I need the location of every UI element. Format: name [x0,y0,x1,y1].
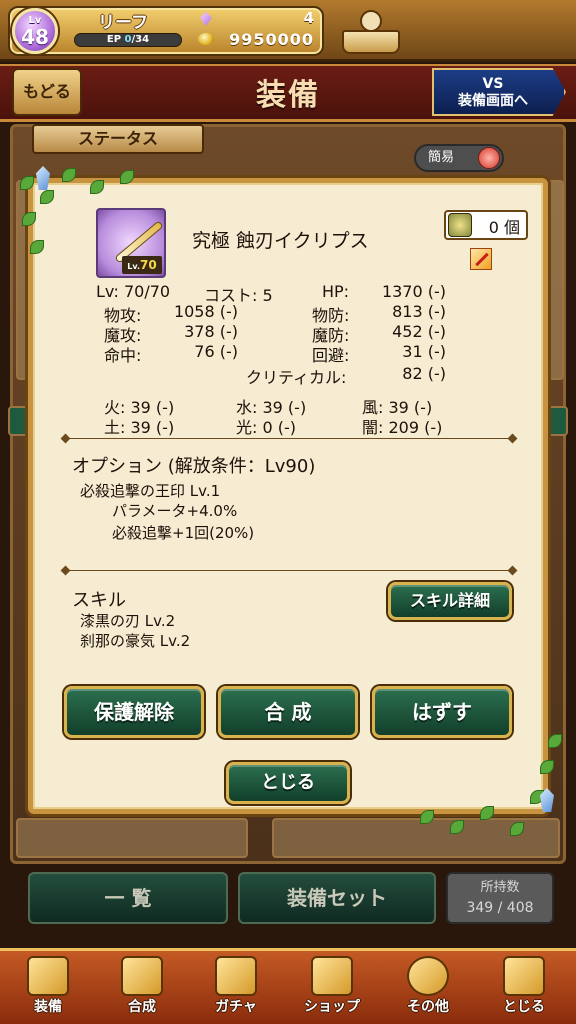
stat-eva-value: 31 (-) [402,342,446,361]
nav-close[interactable]: とじる [480,954,568,1020]
stat-matk-value: 378 (-) [184,322,238,341]
nav-equipment[interactable]: 装備 [4,954,92,1020]
hammer-icon [121,956,163,996]
shop-icon [311,956,353,996]
close-icon [503,956,545,996]
page-title: 装備 [256,78,320,113]
background-slot [548,180,564,380]
nav-synthesize[interactable]: 合成 [98,954,186,1020]
element-dark: 闇: 209 (-) [362,418,443,437]
stat-atk-value: 1058 (-) [173,302,238,321]
ep-current: 0 [124,34,132,45]
item-level-value: 70 [140,258,157,272]
equipment-set-button[interactable]: 装備セット [238,872,436,924]
unequip-button[interactable]: はずす [372,686,512,738]
status-tab[interactable]: ステータス [32,124,204,154]
gold-coin-icon [198,33,214,45]
nav-other[interactable]: その他 [384,954,472,1020]
skill-title: スキル [72,590,126,611]
vs-label: VS [482,76,504,92]
weapon-type-icon [470,248,492,270]
option-name: 必殺追撃の王印 Lv.1 [80,482,221,500]
level-value: 48 [21,25,49,49]
gacha-icon [215,956,257,996]
option-effect-2: 必殺追撃+1回(20%) [112,524,255,542]
vs-sublabel: 装備画面へ [458,93,528,109]
player-name: リーフ [98,13,148,33]
nav-label: とじる [503,999,545,1015]
weapon-icon[interactable]: Lv.70 [96,208,166,278]
refresh-icon [478,147,500,169]
nav-label: 合成 [128,999,156,1015]
option-effect-1: パラメータ+4.0% [112,502,238,520]
monster-icon [448,213,472,237]
stat-hp-value: 1370 (-) [381,282,446,301]
divider [66,438,512,439]
book-icon [342,30,400,54]
holding-label: 所持数 [480,880,520,895]
nav-label: その他 [407,999,449,1015]
element-earth: 土: 39 (-) [104,418,175,437]
synthesize-button[interactable]: 合 成 [218,686,358,738]
stat-hit-label: 命中: [104,346,142,365]
stat-hit-value: 76 (-) [194,342,238,361]
back-button[interactable]: もどる [12,68,82,116]
stat-crit-value: 82 (-) [402,364,446,383]
simple-toggle-label: 簡易 [428,150,455,165]
item-name: 究極 蝕刃イクリプス [192,230,369,252]
nav-label: ショップ [304,999,360,1015]
ep-label: EP [106,34,122,45]
gold-count: 9950000 [229,30,314,49]
option-title: オプション (解放条件：Lv90) [72,456,316,477]
ep-bar: EP 0/34 [74,33,182,47]
element-light: 光: 0 (-) [236,418,297,437]
vs-equipment-button[interactable]: VS 装備画面へ [432,68,566,116]
stat-eva-label: 回避: [312,346,350,365]
nav-label: 装備 [34,999,62,1015]
divider [66,570,512,571]
gem-count: 4 [303,9,314,27]
skill-item: 漆黒の刃 Lv.2 [80,612,176,630]
unprotect-button[interactable]: 保護解除 [64,686,204,738]
nav-shop[interactable]: ショップ [288,954,376,1020]
skill-item: 刹那の豪気 Lv.2 [80,632,191,650]
friend-book-button[interactable] [338,6,404,56]
skill-detail-button[interactable]: スキル詳細 [388,582,512,620]
stat-def-value: 813 (-) [392,302,446,321]
holding-count-box: 所持数 349 / 408 [446,872,554,924]
nav-gacha[interactable]: ガチャ [192,954,280,1020]
simple-view-toggle[interactable]: 簡易 [414,144,504,172]
background-slot [16,818,248,858]
gear-icon [407,956,449,996]
item-level-prefix: Lv. [127,262,140,271]
list-button[interactable]: 一 覧 [28,872,228,924]
stat-crit-label: クリティカル: [246,368,347,387]
ep-max: /34 [131,34,150,45]
holding-value: 349 / 408 [466,900,534,916]
stat-mdef-value: 452 (-) [392,322,446,341]
friend-icon [360,10,382,32]
stat-hp-label: HP: [322,282,350,301]
background-slot [8,406,28,436]
item-level-badge: Lv.70 [122,256,162,274]
owned-count-box: 0 個 [444,210,528,240]
close-button[interactable]: とじる [226,762,350,804]
stat-level: Lv: 70/70 [96,282,171,301]
equipment-icon [27,956,69,996]
player-level-badge: Lv 48 [12,8,58,54]
owned-count: 0 個 [488,218,520,237]
background-slot [548,406,568,436]
nav-label: ガチャ [215,999,257,1015]
